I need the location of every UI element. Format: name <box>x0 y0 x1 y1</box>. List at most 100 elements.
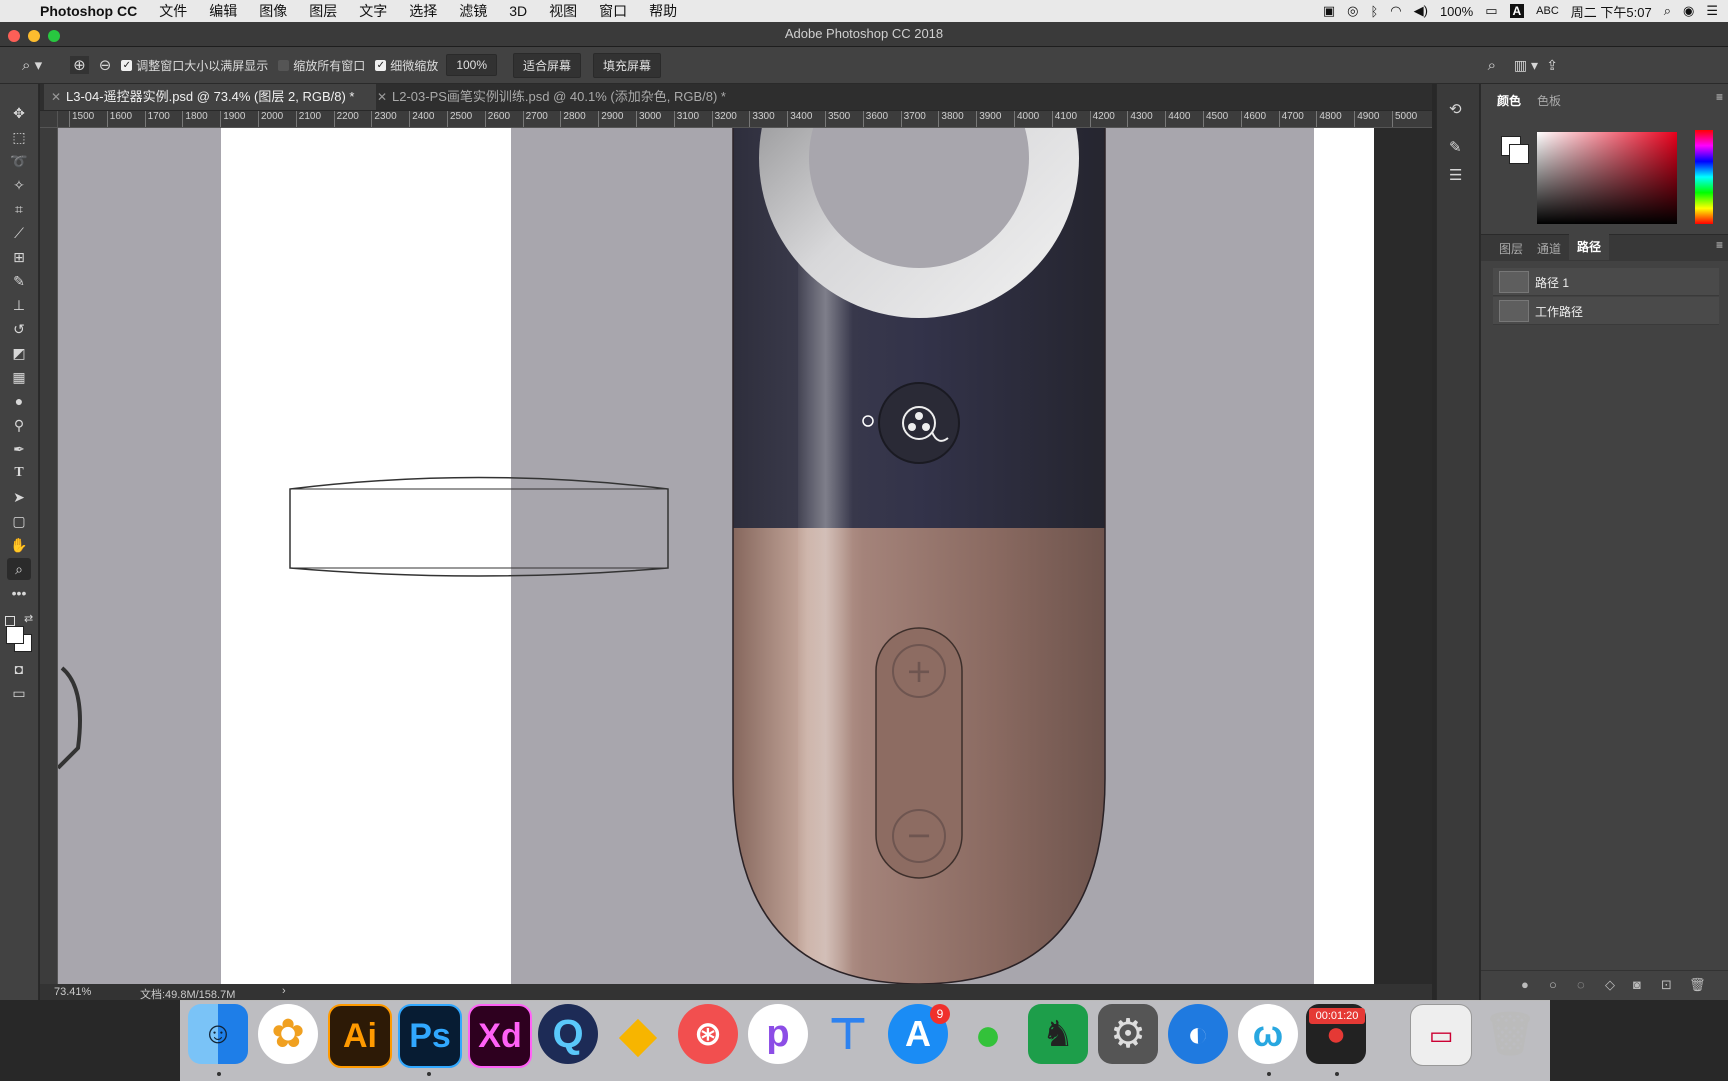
battery-icon[interactable]: ▭ <box>1485 3 1497 19</box>
tab-layers[interactable]: 图层 <box>1499 240 1523 257</box>
hand-tool-icon[interactable]: ✋ <box>7 534 31 556</box>
status-zoom[interactable]: 73.41% <box>54 986 91 998</box>
panel-menu-icon[interactable]: ≡ <box>1716 90 1723 104</box>
crop-tool-icon[interactable]: ⌗ <box>7 198 31 220</box>
input-method-icon[interactable]: A <box>1509 4 1525 18</box>
menu-window[interactable]: 窗口 <box>599 1 627 21</box>
menu-layer[interactable]: 图层 <box>309 1 337 21</box>
notification-center-icon[interactable]: ☰ <box>1706 3 1718 19</box>
wechat-icon[interactable]: ● <box>958 1004 1018 1064</box>
vertical-ruler[interactable] <box>40 128 58 984</box>
swap-colors-icon[interactable]: ⇄ <box>24 612 33 625</box>
healing-brush-tool-icon[interactable]: ⊞ <box>7 246 31 268</box>
menu-type[interactable]: 文字 <box>359 1 387 21</box>
load-as-selection-icon[interactable]: ◌ <box>1577 977 1585 992</box>
wunderlist-icon[interactable]: ω <box>1238 1004 1298 1064</box>
history-panel-icon[interactable]: ⟲ <box>1449 100 1462 118</box>
input-method-label[interactable]: ABC <box>1536 5 1559 17</box>
tab-color[interactable]: 颜色 <box>1497 92 1521 109</box>
eraser-tool-icon[interactable]: ◩ <box>7 342 31 364</box>
workspace-icon[interactable]: ▥ ▾ <box>1514 57 1538 74</box>
path-selection-tool-icon[interactable]: ➤ <box>7 486 31 508</box>
zoom-all-windows-checkbox[interactable]: 缩放所有窗口 <box>278 57 365 74</box>
quick-mask-icon[interactable]: ◘ <box>7 658 31 680</box>
blur-tool-icon[interactable]: ● <box>7 390 31 412</box>
gradient-tool-icon[interactable]: ▦ <box>7 366 31 388</box>
brush-tool-icon[interactable]: ✎ <box>7 270 31 292</box>
finder-icon[interactable]: ☺ <box>188 1004 248 1064</box>
menu-help[interactable]: 帮助 <box>649 1 677 21</box>
pockity-app-icon[interactable]: p <box>748 1004 808 1064</box>
menu-select[interactable]: 选择 <box>409 1 437 21</box>
properties-panel-icon[interactable]: ☰ <box>1449 166 1462 184</box>
display-icon[interactable]: ▣ <box>1323 3 1335 19</box>
resize-windows-checkbox[interactable]: ✓ 调整窗口大小以满屏显示 <box>121 57 268 74</box>
system-preferences-icon[interactable]: ⚙ <box>1098 1004 1158 1064</box>
zoom-in-icon[interactable]: ⊕ <box>70 56 89 74</box>
screen-mode-icon[interactable]: ▭ <box>7 682 31 704</box>
share-icon[interactable]: ⇪ <box>1546 57 1558 74</box>
tab-brush-psd[interactable]: ✕ L2-03-PS画笔实例训练.psd @ 40.1% (添加杂色, RGB/… <box>370 84 726 110</box>
zoom-100-button[interactable]: 100% <box>446 54 498 76</box>
horizontal-ruler[interactable]: 1500 1600 1700 1800 1900 2000 2100 2200 2300 2400… <box>58 111 1432 128</box>
ruler-origin[interactable] <box>40 111 58 128</box>
zoom-out-icon[interactable]: ⊖ <box>99 56 112 74</box>
color-panel-bg-swatch[interactable] <box>1509 144 1529 164</box>
tab-paths[interactable]: 路径 <box>1569 234 1610 260</box>
make-work-path-icon[interactable]: ◇ <box>1605 977 1615 993</box>
status-expand-icon[interactable]: › <box>282 985 286 997</box>
pen-tool-icon[interactable]: ✒ <box>7 438 31 460</box>
delete-path-icon[interactable]: 🗑 <box>1689 977 1706 993</box>
close-tab-icon[interactable]: ✕ <box>377 84 387 110</box>
new-path-icon[interactable]: ⊡ <box>1661 977 1672 993</box>
browser-icon[interactable]: ◐ <box>1168 1004 1228 1064</box>
tab-channels[interactable]: 通道 <box>1537 240 1561 257</box>
default-colors-icon[interactable] <box>5 616 15 626</box>
close-tab-icon[interactable]: ✕ <box>51 84 61 110</box>
canvas-artwork[interactable]: + − <box>58 128 1432 984</box>
menu-edit[interactable]: 编辑 <box>209 1 237 21</box>
menu-app-name[interactable]: Photoshop CC <box>40 3 137 19</box>
document-canvas[interactable]: + − <box>58 128 1432 984</box>
stamp-tool-icon[interactable]: ⊥ <box>7 294 31 316</box>
search-icon[interactable]: ⌕ <box>1488 57 1496 74</box>
brush-settings-icon[interactable]: ✎ <box>1449 138 1462 156</box>
wifi-icon[interactable]: ◠ <box>1390 3 1401 19</box>
menu-image[interactable]: 图像 <box>259 1 287 21</box>
menu-3d[interactable]: 3D <box>509 3 527 19</box>
add-mask-icon[interactable]: ◙ <box>1633 977 1641 992</box>
hue-slider[interactable] <box>1695 130 1713 224</box>
sketch-icon[interactable]: ◆ <box>608 1004 668 1064</box>
bluetooth-icon[interactable]: ᛒ <box>1370 4 1378 19</box>
scrubby-zoom-checkbox[interactable]: ✓ 细微缩放 <box>375 57 438 74</box>
keynote-icon[interactable]: ⊤ <box>818 1004 878 1064</box>
move-tool-icon[interactable]: ✥ <box>7 102 31 124</box>
type-tool-icon[interactable]: T <box>7 462 31 484</box>
preview-icon[interactable]: ▭ <box>1410 1004 1472 1066</box>
marquee-tool-icon[interactable]: ⬚ <box>7 126 31 148</box>
path-row[interactable]: 路径 1 <box>1493 268 1719 296</box>
tab-remote-psd[interactable]: ✕ L3-04-遥控器实例.psd @ 73.4% (图层 2, RGB/8) … <box>44 84 376 110</box>
eyedropper-tool-icon[interactable]: ⟋ <box>7 222 31 244</box>
menu-view[interactable]: 视图 <box>549 1 577 21</box>
magic-wand-tool-icon[interactable]: ✧ <box>7 174 31 196</box>
photos-icon[interactable]: ✿ <box>258 1004 318 1064</box>
fit-screen-button[interactable]: 适合屏幕 <box>513 52 582 78</box>
clock[interactable]: 周二 下午5:07 <box>1571 2 1652 21</box>
creative-cloud-icon[interactable]: ◎ <box>1347 3 1358 19</box>
adobe-xd-icon[interactable]: Xd <box>468 1004 532 1068</box>
volume-icon[interactable]: ◀) <box>1414 3 1428 19</box>
photoshop-icon[interactable]: Ps <box>398 1004 462 1068</box>
panel-menu-icon[interactable]: ≡ <box>1716 238 1723 252</box>
zoom-tool-icon[interactable]: ⌕ <box>7 558 31 580</box>
history-brush-tool-icon[interactable]: ↺ <box>7 318 31 340</box>
path-row[interactable]: 工作路径 <box>1493 297 1719 325</box>
color-picker-field[interactable] <box>1537 132 1677 224</box>
rectangle-tool-icon[interactable]: ▢ <box>7 510 31 532</box>
trash-icon[interactable]: 🗑 <box>1480 1004 1540 1064</box>
more-tools-icon[interactable]: ••• <box>7 582 31 604</box>
zoom-tool-preset-icon[interactable]: ⌕ ▾ <box>22 56 42 74</box>
evernote-icon[interactable]: ♞ <box>1028 1004 1088 1064</box>
stroke-path-icon[interactable]: ○ <box>1549 977 1557 992</box>
foreground-color-swatch[interactable] <box>6 626 24 644</box>
